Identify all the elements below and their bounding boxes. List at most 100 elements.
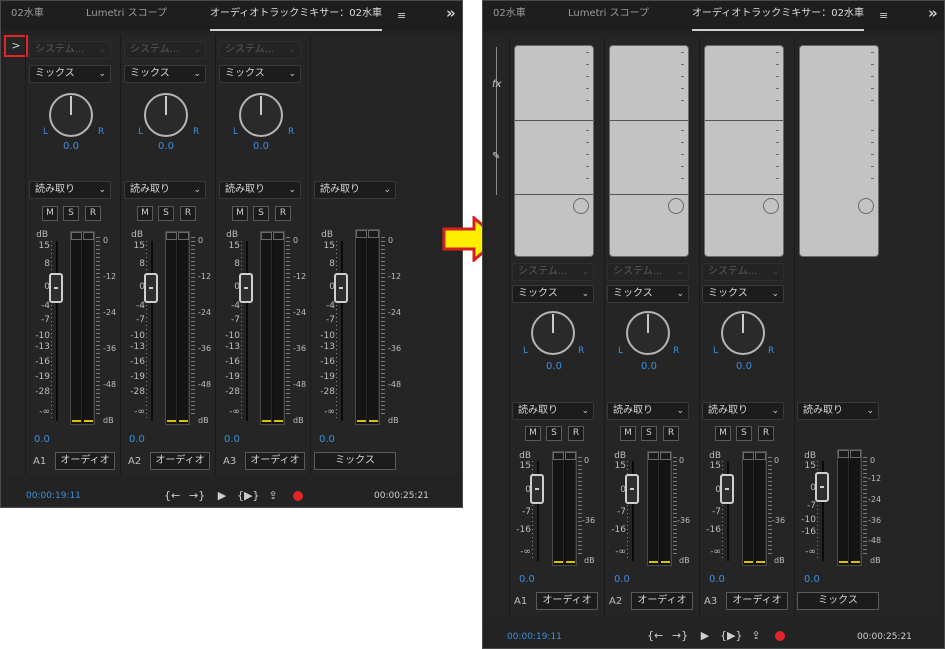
volume-fader-handle[interactable]: [144, 273, 158, 303]
panel-menu-icon[interactable]: ≡: [879, 9, 888, 22]
pan-knob[interactable]: [626, 311, 670, 355]
pan-value[interactable]: 0.0: [729, 361, 759, 372]
play-icon[interactable]: ▶: [214, 489, 230, 502]
go-to-out-icon[interactable]: →}: [189, 489, 205, 502]
volume-fader-handle[interactable]: [334, 273, 348, 303]
volume-fader-handle[interactable]: [625, 474, 639, 504]
pan-value[interactable]: 0.0: [246, 141, 276, 152]
automation-select[interactable]: 読み取り ⌄: [512, 402, 594, 420]
loop-play-icon[interactable]: {▶}: [237, 489, 259, 502]
mix-mode-select[interactable]: ミックス ⌄: [29, 65, 111, 83]
loop-play-icon[interactable]: {▶}: [720, 629, 742, 642]
volume-fader-handle[interactable]: [49, 273, 63, 303]
record-icon[interactable]: [775, 631, 785, 641]
record-arm-button[interactable]: R: [663, 426, 679, 441]
pan-knob[interactable]: [239, 93, 283, 137]
record-arm-button[interactable]: R: [180, 206, 196, 221]
volume-value[interactable]: 0.0: [709, 574, 737, 585]
pan-value[interactable]: 0.0: [539, 361, 569, 372]
solo-button[interactable]: S: [641, 426, 657, 441]
volume-fader-handle[interactable]: [530, 474, 544, 504]
pan-knob[interactable]: [144, 93, 188, 137]
master-name-field[interactable]: ミックス: [314, 452, 396, 470]
track-name-field[interactable]: オーディオ: [536, 592, 598, 610]
automation-select[interactable]: 読み取り ⌄: [219, 181, 301, 199]
track-name-field[interactable]: オーディオ: [631, 592, 693, 610]
pan-value[interactable]: 0.0: [56, 141, 86, 152]
record-arm-button[interactable]: R: [568, 426, 584, 441]
volume-value[interactable]: 0.0: [614, 574, 642, 585]
volume-value[interactable]: 0.0: [34, 434, 62, 445]
mix-mode-select[interactable]: ミックス ⌄: [219, 65, 301, 83]
record-arm-button[interactable]: R: [85, 206, 101, 221]
volume-fader-handle[interactable]: [720, 474, 734, 504]
track-name-field[interactable]: オーディオ: [150, 452, 210, 470]
input-select[interactable]: システム... ⌄: [29, 41, 111, 59]
master-name-field[interactable]: ミックス: [797, 592, 879, 610]
pan-knob[interactable]: [531, 311, 575, 355]
mute-button[interactable]: M: [715, 426, 731, 441]
tab-audio-track-mixer[interactable]: オーディオトラックミキサー：02水車: [692, 1, 865, 31]
mute-button[interactable]: M: [620, 426, 636, 441]
export-icon[interactable]: ⇪: [748, 629, 764, 642]
effects-slots[interactable]: [704, 45, 784, 257]
current-timecode[interactable]: 00:00:19:11: [26, 491, 81, 501]
track-name-field[interactable]: オーディオ: [245, 452, 305, 470]
mute-button[interactable]: M: [232, 206, 248, 221]
record-arm-button[interactable]: R: [275, 206, 291, 221]
automation-select[interactable]: 読み取り ⌄: [607, 402, 689, 420]
overflow-chevron-icon[interactable]: »: [928, 4, 938, 22]
pan-value[interactable]: 0.0: [634, 361, 664, 372]
input-select[interactable]: システム... ⌄: [702, 263, 784, 281]
solo-button[interactable]: S: [63, 206, 79, 221]
play-icon[interactable]: ▶: [697, 629, 713, 642]
solo-button[interactable]: S: [158, 206, 174, 221]
volume-value[interactable]: 0.0: [519, 574, 547, 585]
volume-fader-handle[interactable]: [239, 273, 253, 303]
overflow-chevron-icon[interactable]: »: [446, 4, 456, 22]
effects-slots[interactable]: [514, 45, 594, 257]
input-select[interactable]: システム... ⌄: [607, 263, 689, 281]
pan-value[interactable]: 0.0: [151, 141, 181, 152]
tab-lumetri[interactable]: Lumetri スコープ: [568, 1, 649, 31]
solo-button[interactable]: S: [253, 206, 269, 221]
pan-knob[interactable]: [721, 311, 765, 355]
automation-select[interactable]: 読み取り ⌄: [797, 402, 879, 420]
mute-button[interactable]: M: [525, 426, 541, 441]
solo-button[interactable]: S: [736, 426, 752, 441]
panel-menu-icon[interactable]: ≡: [397, 9, 406, 22]
mute-button[interactable]: M: [42, 206, 58, 221]
pan-knob[interactable]: [49, 93, 93, 137]
tab-audio-track-mixer[interactable]: オーディオトラックミキサー：02水車: [210, 1, 383, 31]
mix-mode-select[interactable]: ミックス ⌄: [512, 285, 594, 303]
go-to-in-icon[interactable]: {←: [164, 489, 180, 502]
record-icon[interactable]: [293, 491, 303, 501]
volume-value[interactable]: 0.0: [804, 574, 832, 585]
record-arm-button[interactable]: R: [758, 426, 774, 441]
automation-select[interactable]: 読み取り ⌄: [314, 181, 396, 199]
volume-value[interactable]: 0.0: [129, 434, 157, 445]
mix-mode-select[interactable]: ミックス ⌄: [702, 285, 784, 303]
automation-select[interactable]: 読み取り ⌄: [124, 181, 206, 199]
tab-lumetri[interactable]: Lumetri スコープ: [86, 1, 167, 31]
input-select[interactable]: システム... ⌄: [512, 263, 594, 281]
volume-fader-handle[interactable]: [815, 472, 829, 502]
export-icon[interactable]: ⇪: [265, 489, 281, 502]
input-select[interactable]: システム... ⌄: [219, 41, 301, 59]
mix-mode-select[interactable]: ミックス ⌄: [124, 65, 206, 83]
current-timecode[interactable]: 00:00:19:11: [507, 632, 562, 642]
mute-button[interactable]: M: [137, 206, 153, 221]
input-select[interactable]: システム... ⌄: [124, 41, 206, 59]
effects-slots[interactable]: [799, 45, 879, 257]
mix-mode-select[interactable]: ミックス ⌄: [607, 285, 689, 303]
automation-select[interactable]: 読み取り ⌄: [29, 181, 111, 199]
solo-button[interactable]: S: [546, 426, 562, 441]
tab-sequence[interactable]: 02水車: [11, 1, 44, 31]
go-to-in-icon[interactable]: {←: [647, 629, 663, 642]
track-name-field[interactable]: オーディオ: [726, 592, 788, 610]
volume-value[interactable]: 0.0: [224, 434, 252, 445]
automation-select[interactable]: 読み取り ⌄: [702, 402, 784, 420]
tab-sequence[interactable]: 02水車: [493, 1, 526, 31]
effects-slots[interactable]: [609, 45, 689, 257]
go-to-out-icon[interactable]: →}: [672, 629, 688, 642]
